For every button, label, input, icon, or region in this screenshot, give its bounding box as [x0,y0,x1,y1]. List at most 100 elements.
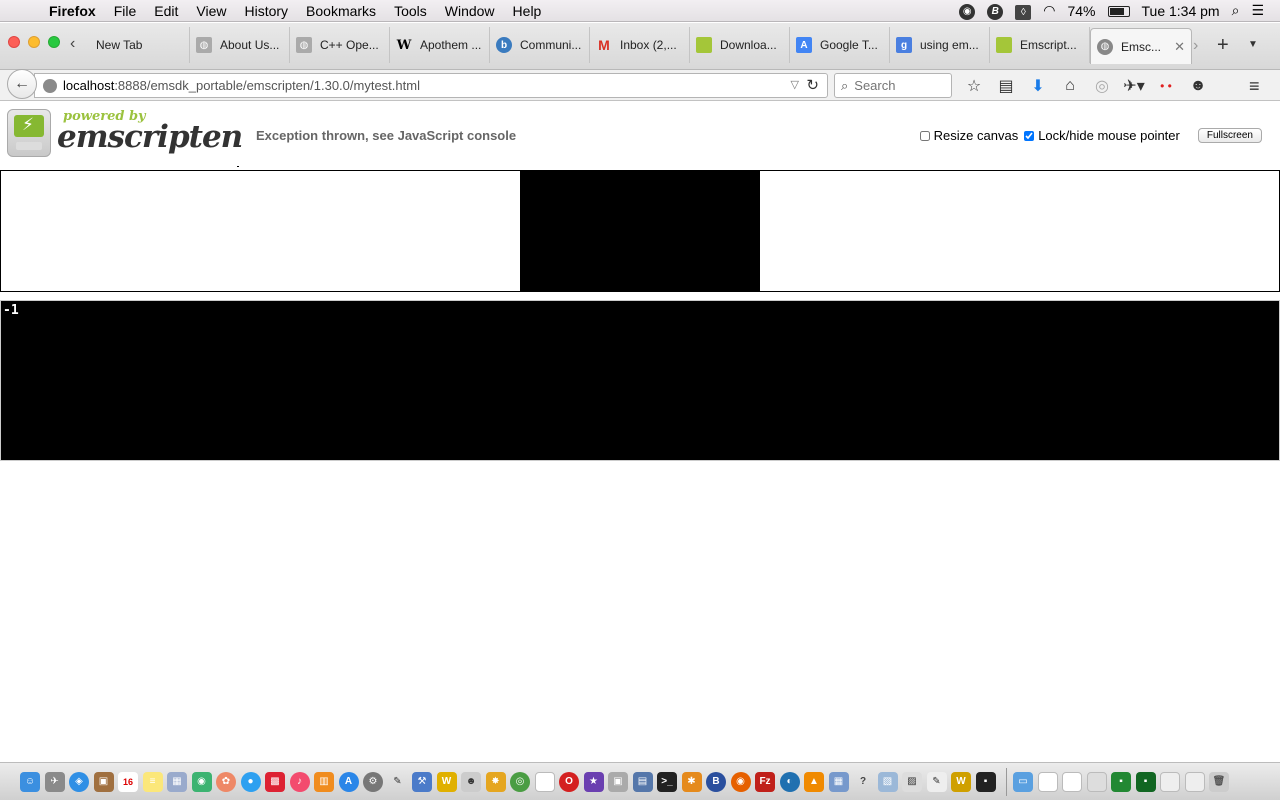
menu-app-firefox[interactable]: Firefox [40,0,105,22]
wifi-icon[interactable]: ◠ [1037,2,1061,19]
clock[interactable]: Tue 1:34 pm [1136,3,1226,19]
stack-icon-e[interactable]: ▪ [1135,771,1156,792]
tab-scroll-right-icon[interactable]: › [1193,37,1198,55]
app-icon-c[interactable]: ▣ [608,771,628,792]
vlc-icon[interactable]: ▲ [804,771,824,792]
fullscreen-button[interactable]: Fullscreen [1197,128,1262,143]
window-minimize-button[interactable] [28,36,40,48]
app-icon-e[interactable]: ✱ [681,771,702,792]
app-icon-a[interactable]: ☻ [461,771,481,792]
star-app-icon[interactable]: ★ [583,771,604,792]
photos-icon[interactable]: ✿ [216,771,236,792]
stack-icon-c[interactable] [1086,771,1107,792]
menu-help[interactable]: Help [504,0,551,22]
pocket-icon[interactable]: ◎ [1086,76,1118,96]
messages-icon[interactable]: ◉ [191,771,212,792]
menu-file[interactable]: File [105,0,146,22]
app-icon-b[interactable]: ✸ [485,771,506,792]
opera-icon[interactable]: O [559,771,579,792]
app-icon-d[interactable]: ▤ [632,771,653,792]
extension-dots-icon[interactable]: • • [1150,79,1182,93]
menu-history[interactable]: History [235,0,297,22]
reload-icon[interactable]: ↻ [806,76,819,94]
tab-about-us[interactable]: ◍ About Us... [190,27,290,63]
tray-app-icon[interactable]: ◉ [953,1,981,20]
calendar-icon[interactable]: 16 [118,771,138,792]
downloads-icon[interactable]: ⬇ [1022,76,1054,96]
help-icon[interactable]: ? [853,772,873,792]
home-icon[interactable]: ⌂ [1054,77,1086,95]
system-preferences-icon[interactable]: ⚙ [363,771,383,792]
stack-icon-f[interactable] [1160,771,1180,792]
open-menu-icon[interactable]: ≡ [1249,76,1260,97]
menu-bookmarks[interactable]: Bookmarks [297,0,385,22]
tab-list-chevron-down-icon[interactable]: ▼ [1248,39,1258,50]
app-icon-g[interactable]: ▦ [828,771,849,792]
document-icon[interactable] [534,771,555,792]
url-text[interactable]: localhost:8888/emsdk_portable/emscripten… [63,78,420,93]
notes-icon[interactable]: ≡ [142,771,163,792]
console-icon[interactable]: ▪ [975,771,996,792]
tab-close-icon[interactable]: ✕ [1174,39,1185,55]
tab-new-tab[interactable]: New Tab [90,27,190,63]
contacts-icon[interactable]: ▣ [93,771,114,792]
window-close-button[interactable] [8,36,20,48]
folder-icon[interactable]: ▭ [1013,771,1033,792]
b-app-icon[interactable]: B [706,771,726,792]
tab-using-em[interactable]: g using em... [890,27,990,63]
resize-canvas-checkbox[interactable] [919,130,930,141]
url-history-dropdown-icon[interactable]: ▽ [791,78,799,91]
spotlight-icon[interactable]: ⌕ [1226,2,1246,19]
menu-edit[interactable]: Edit [145,0,187,22]
xcode-icon[interactable]: ⚒ [412,771,432,792]
search-box[interactable]: ⌕ [834,73,952,98]
stack-icon-a[interactable] [1037,771,1058,792]
tab-scroll-left-icon[interactable]: ‹ [70,35,75,53]
site-identity-globe-icon[interactable] [43,78,57,93]
emscripten-canvas[interactable] [520,171,760,291]
safari-icon[interactable]: ◈ [69,771,89,792]
w-app-icon[interactable]: W [436,771,457,792]
resize-canvas-option[interactable]: Resize canvas [919,128,1018,143]
menu-window[interactable]: Window [436,0,504,22]
menu-tools[interactable]: Tools [385,0,436,22]
app-icon-k[interactable]: W [951,771,971,792]
ibooks-icon[interactable]: ▥ [314,771,334,792]
tab-emscript[interactable]: Emscript... [990,27,1090,63]
chrome-icon[interactable]: ◎ [510,771,530,792]
app-icon-f[interactable]: ◐ [779,771,800,792]
app-icon-j[interactable]: ✎ [926,771,947,792]
lock-pointer-option[interactable]: Lock/hide mouse pointer [1024,128,1180,143]
stack-icon-b[interactable] [1062,771,1082,792]
battery-percent[interactable]: 74% [1061,3,1101,19]
stack-icon-d[interactable]: ▪ [1111,771,1131,792]
filezilla-icon[interactable]: Fz [755,771,775,792]
app-store-icon[interactable]: A [338,771,359,792]
tray-sound-icon[interactable]: ◊ [1009,2,1037,20]
utilities-icon[interactable]: ✎ [388,772,408,792]
preview-icon[interactable]: ▦ [167,771,187,792]
finder-icon[interactable]: ☺ [20,771,40,792]
tab-apothem[interactable]: W Apothem ... [390,27,490,63]
itunes-icon[interactable]: ♪ [289,771,310,792]
trash-icon[interactable]: 🗑 [1209,771,1229,792]
search-input[interactable] [854,78,935,93]
lock-pointer-checkbox[interactable] [1024,130,1035,141]
stack-icon-g[interactable] [1184,771,1205,792]
output-console[interactable]: -1 [0,300,1280,461]
new-tab-plus-icon[interactable]: + [1217,34,1229,57]
terminal-icon[interactable]: >_ [657,771,677,792]
chat-icon[interactable]: ☻ [1182,77,1214,95]
tab-emsc-active[interactable]: ◍ Emsc... ✕ [1090,28,1192,64]
developer-tools-icon[interactable]: ✈▾ [1118,76,1150,96]
launchpad-icon[interactable]: ✈ [44,771,65,792]
photo-booth-icon[interactable]: ▩ [265,771,285,792]
window-zoom-button[interactable] [48,36,60,48]
tab-communi[interactable]: b Communi... [490,27,590,63]
url-bar[interactable]: localhost:8888/emsdk_portable/emscripten… [34,73,828,98]
battery-icon[interactable] [1102,3,1136,19]
tray-b-icon[interactable]: B [981,1,1009,20]
tab-cpp-ope[interactable]: ◍ C++ Ope... [290,27,390,63]
app-icon-h[interactable]: ▧ [877,771,898,792]
bookmark-star-icon[interactable]: ☆ [958,76,990,96]
